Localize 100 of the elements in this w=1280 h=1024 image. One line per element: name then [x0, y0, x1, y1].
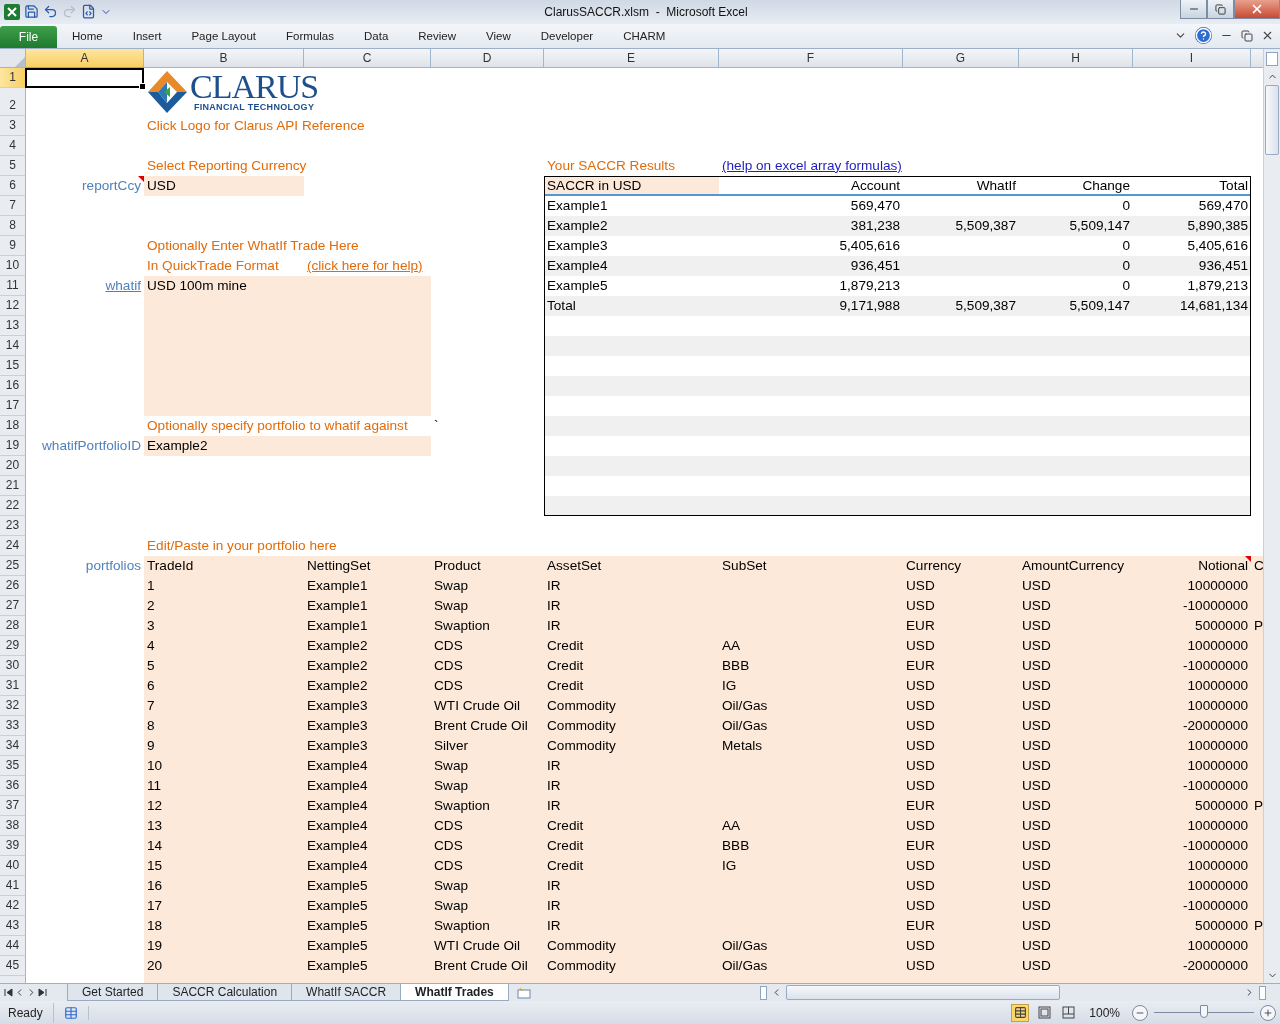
sheet-tab[interactable]: WhatIf SACCR	[291, 984, 402, 1001]
scroll-thumb[interactable]	[786, 985, 1060, 1000]
normal-view-button[interactable]	[1011, 1003, 1030, 1022]
restore-icon[interactable]	[1241, 29, 1253, 42]
row-header[interactable]: 23	[0, 515, 26, 536]
row-header[interactable]: 1	[0, 67, 26, 88]
row-header[interactable]: 4	[0, 135, 26, 156]
row-header[interactable]: 28	[0, 615, 26, 636]
excel-icon[interactable]	[4, 4, 20, 20]
save-icon[interactable]	[24, 4, 39, 20]
row-header[interactable]: 40	[0, 855, 26, 876]
row-header[interactable]: 24	[0, 535, 26, 556]
zoom-in-button[interactable]	[1260, 1004, 1276, 1021]
row-header[interactable]: 2	[0, 87, 26, 116]
sheet-tab[interactable]: SACCR Calculation	[157, 984, 293, 1001]
row-header[interactable]: 7	[0, 195, 26, 216]
split-box[interactable]	[1266, 51, 1278, 66]
restore-button[interactable]	[1207, 0, 1234, 19]
ribbon-tab[interactable]: Formulas	[271, 23, 349, 48]
row-header[interactable]: 45	[0, 955, 26, 976]
row-header[interactable]: 19	[0, 435, 26, 456]
row-header[interactable]: 6	[0, 175, 26, 196]
row-header[interactable]: 16	[0, 375, 26, 396]
table-cell-text: Example4	[306, 796, 369, 815]
table-cell-text: 569,470	[1197, 196, 1249, 215]
stray-mark: `	[433, 416, 440, 435]
ribbon-tab[interactable]: View	[471, 23, 526, 48]
row-header[interactable]: 8	[0, 215, 26, 236]
row-header[interactable]: 10	[0, 255, 26, 276]
vertical-scrollbar[interactable]	[1263, 48, 1280, 984]
ribbon-tab[interactable]: Page Layout	[176, 23, 272, 48]
last-sheet-icon[interactable]	[38, 988, 47, 997]
row-header[interactable]: 44	[0, 935, 26, 956]
row-header[interactable]: 37	[0, 795, 26, 816]
row-header[interactable]: 35	[0, 755, 26, 776]
row-header[interactable]: 13	[0, 315, 26, 336]
row-header[interactable]: 36	[0, 775, 26, 796]
page-break-view-button[interactable]	[1059, 1003, 1078, 1022]
row-header[interactable]: 41	[0, 875, 26, 896]
currency-field[interactable]: USD	[144, 175, 304, 196]
row-header[interactable]: 43	[0, 915, 26, 936]
first-sheet-icon[interactable]	[4, 988, 13, 997]
scroll-thumb[interactable]	[1265, 84, 1279, 155]
row-header[interactable]: 31	[0, 675, 26, 696]
ribbon-tab[interactable]: Data	[349, 23, 404, 48]
undo-icon[interactable]	[43, 4, 58, 20]
minimize-button[interactable]	[1180, 0, 1207, 19]
logo-name[interactable]: CLARUS	[190, 71, 319, 102]
table-cell-text: IR	[546, 616, 562, 635]
whatif-trade-field[interactable]: USD 100m mine	[144, 275, 431, 416]
portfolio-id-field[interactable]: Example2	[144, 435, 431, 456]
ribbon-tab[interactable]: CHARM	[608, 23, 681, 48]
row-header[interactable]: 15	[0, 355, 26, 376]
fill-handle[interactable]	[139, 82, 146, 90]
row-header[interactable]: 18	[0, 415, 26, 436]
help-link[interactable]: (help on excel array formulas)	[719, 155, 905, 176]
table-cell-text: 0	[1121, 196, 1131, 215]
table-cell-text: P	[1253, 916, 1263, 935]
row-header[interactable]: 25	[0, 555, 26, 576]
row-header[interactable]: 26	[0, 575, 26, 596]
row-header[interactable]: 33	[0, 715, 26, 736]
file-tab[interactable]: File	[0, 25, 57, 48]
ribbon-tab[interactable]: Insert	[117, 23, 177, 48]
row-header[interactable]: 12	[0, 295, 26, 316]
row-header[interactable]: 21	[0, 475, 26, 496]
range-name: reportCcy	[81, 176, 142, 195]
row-header[interactable]: 32	[0, 695, 26, 716]
row-header[interactable]: 5	[0, 155, 26, 176]
active-cell[interactable]	[25, 67, 144, 88]
row-header[interactable]: 39	[0, 835, 26, 856]
sheet-tab[interactable]: WhatIf Trades	[400, 984, 509, 1001]
row-header[interactable]: 9	[0, 235, 26, 256]
split-handle[interactable]	[1259, 985, 1266, 1000]
close-button[interactable]	[1234, 0, 1280, 19]
zoom-out-button[interactable]	[1132, 1004, 1148, 1021]
diamond-logo-icon[interactable]	[146, 69, 188, 114]
row-header[interactable]: 3	[0, 115, 26, 136]
ribbon-tab[interactable]: Review	[403, 23, 471, 48]
row-header[interactable]: 30	[0, 655, 26, 676]
row-header[interactable]: 27	[0, 595, 26, 616]
row-header[interactable]: 38	[0, 815, 26, 836]
help-icon[interactable]	[1195, 27, 1212, 45]
row-header[interactable]: 29	[0, 635, 26, 656]
ribbon-tab[interactable]: Home	[57, 23, 118, 48]
row-header[interactable]: 11	[0, 275, 26, 296]
row-header[interactable]: 14	[0, 335, 26, 356]
zoom-slider-thumb[interactable]	[1200, 1005, 1208, 1018]
sheet-tab[interactable]: Get Started	[67, 984, 159, 1001]
row-header[interactable]: 17	[0, 395, 26, 416]
page-layout-view-button[interactable]	[1035, 1003, 1054, 1022]
table-cell-text: Swap	[433, 876, 469, 895]
row-header[interactable]: 22	[0, 495, 26, 516]
row-header[interactable]: 42	[0, 895, 26, 916]
macro-icon[interactable]	[81, 4, 96, 20]
ribbon-tab[interactable]: Developer	[525, 23, 609, 48]
zoom-level[interactable]: 100%	[1083, 1005, 1126, 1020]
row-header[interactable]: 20	[0, 455, 26, 476]
range-name-link[interactable]: whatif	[102, 275, 144, 296]
row-header[interactable]: 34	[0, 735, 26, 756]
split-handle[interactable]	[760, 985, 767, 1000]
